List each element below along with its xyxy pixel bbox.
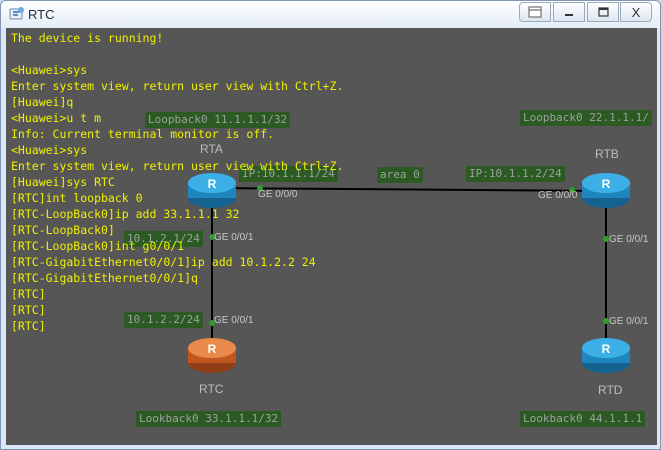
area-tag: area 0 [377,167,423,183]
console-area[interactable]: R R R R RTA RTB RTC RTD Loopback0 11.1.1… [6,28,657,445]
svg-text:R: R [602,177,611,191]
terminal-line: [RTC-GigabitEthernet0/0/1]q [11,271,198,285]
restore-icon [528,6,542,18]
loopback-tag-rtd: Lookback0 44.1.1.1 [520,411,646,427]
router-label-rtc: RTC [199,382,224,396]
restore-button[interactable] [519,2,551,22]
router-label-rtd: RTD [598,383,623,397]
router-rtb-icon[interactable]: R [582,173,630,208]
port-label-rtd-g1: GE 0/0/1 [609,316,649,327]
title-bar[interactable]: RTC X [1,1,660,28]
terminal-line: [RTC] [11,303,46,317]
minimize-icon [565,14,573,16]
port-label-rtb-g0: GE 0/0/0 [538,190,578,201]
terminal-line: [RTC]int loopback 0 [11,191,143,205]
app-icon [9,7,24,20]
router-rtc-icon[interactable]: R [188,338,236,373]
terminal-line: [Huawei]sys RTC [11,175,115,189]
router-label-rtb: RTB [595,147,619,161]
rtc-console-window: RTC X R R R R RTA RTB RTC RTD Loopback0 … [0,0,661,450]
svg-text:R: R [602,342,611,356]
terminal-line: [Huawei]q [11,95,74,109]
router-rtd-icon[interactable]: R [582,338,630,373]
terminal-line: Enter system view, return user view with… [11,79,344,93]
port-label-rtb-g1: GE 0/0/1 [609,234,649,245]
close-button[interactable]: X [620,2,652,22]
terminal-line: [RTC-LoopBack0] [11,223,115,237]
terminal-line: Info: Current terminal monitor is off. [11,127,275,141]
terminal-line: [RTC-GigabitEthernet0/0/1]ip add 10.1.2.… [11,255,316,269]
terminal-line: The device is running! [11,31,164,45]
terminal-line: [RTC-LoopBack0]int g0/0/1 [11,239,185,253]
terminal-line: Enter system view, return user view with… [11,159,344,173]
terminal-line: <Huawei>u t m [11,111,102,125]
minimize-button[interactable] [553,2,585,22]
terminal-line: [RTC] [11,287,46,301]
maximize-icon [597,7,609,17]
loopback-tag-rtc: Lookback0 33.1.1.1/32 [136,411,282,427]
window-title: RTC [28,7,55,22]
ip-tag-rtb: IP:10.1.1.2/24 [466,166,565,182]
svg-text:R: R [208,342,217,356]
terminal-line: <Huawei>sys [11,143,88,157]
terminal-line: [RTC] [11,319,46,333]
terminal-output[interactable]: The device is running! <Huawei>sys Enter… [11,30,343,334]
terminal-line: [RTC-LoopBack0]ip add 33.1.1.1 32 [11,207,240,221]
maximize-button[interactable] [587,2,619,22]
loopback-tag-rtb: Loopback0 22.1.1.1/ [520,110,652,126]
close-icon: X [631,4,641,20]
terminal-line: <Huawei>sys [11,63,88,77]
